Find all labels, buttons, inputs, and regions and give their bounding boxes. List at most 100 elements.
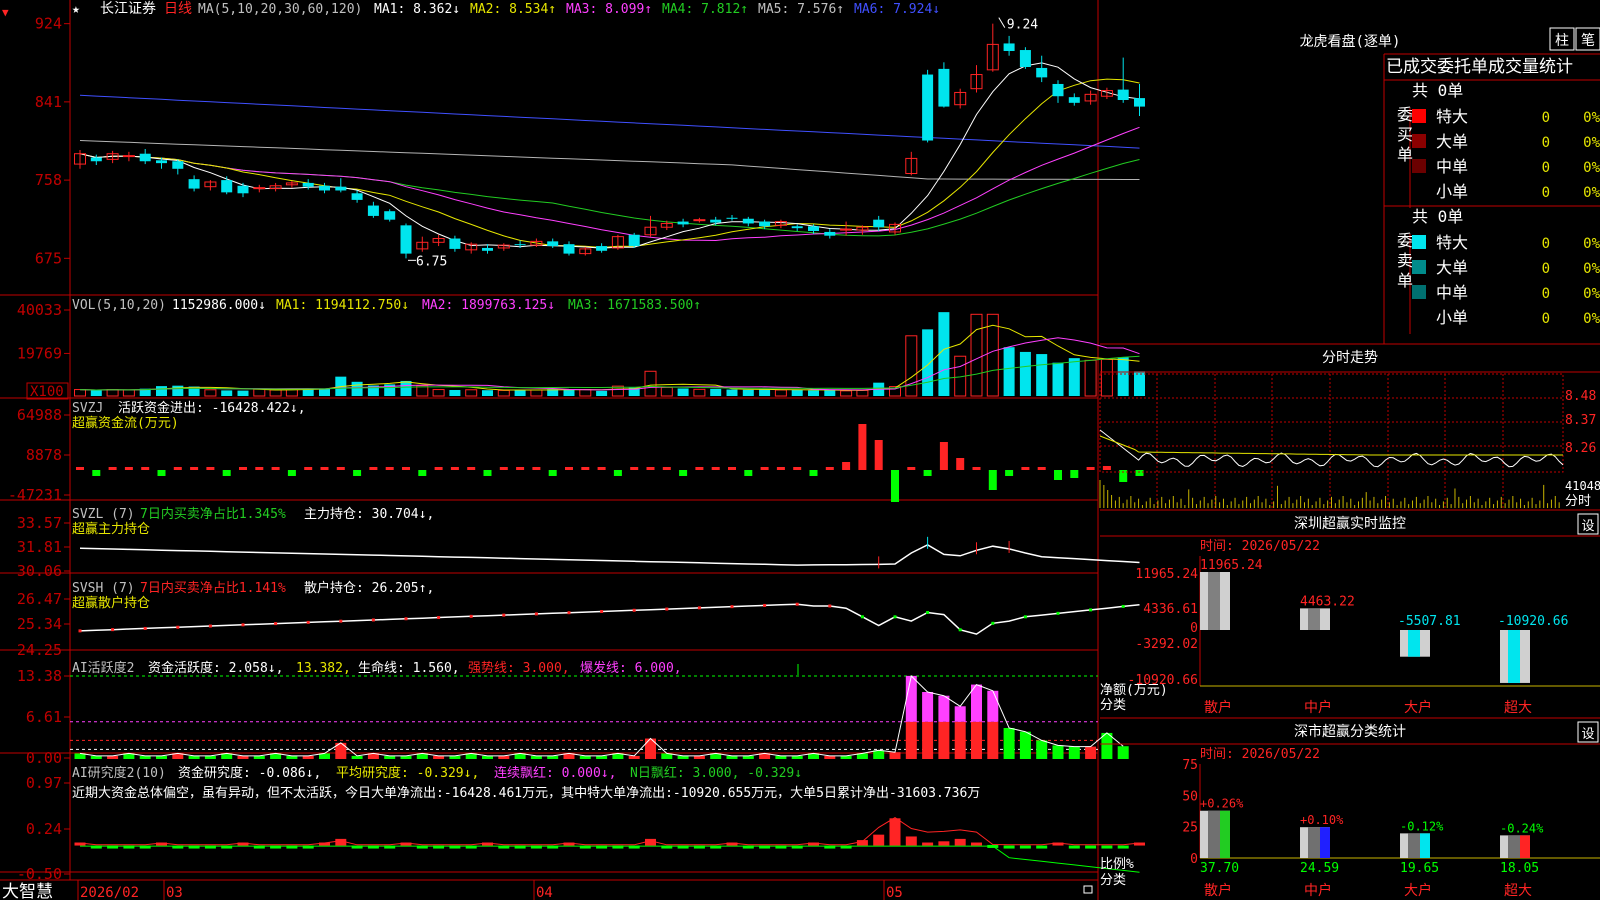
classify-value: 18.05 [1500,861,1539,876]
high-label: 9.24 [1007,18,1038,33]
candle-body-down [302,182,314,187]
svsh-dot [632,608,636,612]
ai2-tick-label: -0.50 [17,865,62,883]
classify-change: -0.24% [1500,821,1544,835]
flow-bar-out [809,470,818,476]
research-bar [905,836,917,846]
flow-bar-in [597,467,606,470]
research-bar [954,838,966,846]
volume-bar-down [922,329,934,396]
svsh-dot [437,616,441,620]
order-pct: 0% [1583,135,1600,151]
candle-body-down [563,244,575,254]
svzl-legend: 主力持仓: 30.704↓, [304,507,434,522]
classify-value: 19.65 [1400,861,1439,876]
candle-body-down [726,217,738,219]
volume-bar-up [579,389,592,397]
research-bar [1019,845,1031,849]
monitor-category: 大户 [1404,699,1432,716]
svsh-dot [828,604,832,608]
order-value: 0 [1542,286,1550,302]
svsh-dot [371,618,375,622]
order-label: 小单 [1436,308,1468,327]
volume-bar-down [677,388,689,396]
activity-bar [1085,746,1097,759]
ai1-legend: 资金活跃度: 2.058↓, [148,660,283,676]
order-label: 中单 [1436,157,1468,176]
monitor-bar-value: 4463.22 [1300,594,1355,609]
volume-bar-up [74,389,86,397]
svsh-dot [306,620,310,624]
candle-body-down [139,153,151,162]
svsh-title: 超赢散户持仓 [72,595,150,611]
volume-bar-up [905,335,918,397]
activity-bar [1019,731,1031,759]
svsh-dot [1023,615,1027,619]
flow-bar-in [336,467,345,470]
order-count: 共 0单 [1412,81,1463,100]
svsh-legend: 7日内买卖净占比1.141% [140,580,286,596]
candle-body-up [693,219,706,222]
volume-bar-down [1036,354,1048,396]
ai1-legend: AI活跃度2 [72,660,134,676]
ai-research-panel[interactable]: 0.97 0.24 -0.50 AI研究度2(10) 资金研究度: -0.086↓, 平均… [17,765,1145,883]
activity-bar [1101,732,1113,759]
ma-legend: MA6: 7.924↓ [854,2,940,17]
order-label: 大单 [1436,258,1468,277]
volume-bar-down [596,390,608,396]
monitor-time: 时间: 2026/05/22 [1200,539,1320,554]
volume-bar-down [90,390,102,396]
svsh-dot [860,615,864,619]
svzj-panel[interactable]: 64988 8878 -47231 SVZJ 活跃资金进出: -16428.422↓,超… [8,400,1144,504]
research-bar [1003,845,1015,849]
activity-bar-strong [971,721,982,759]
lhb-title: 龙虎看盘(逐单) [1300,33,1401,50]
candle-body-down [156,160,167,164]
side-title-char: 买 [1397,125,1413,144]
flow-bar-in [581,467,590,470]
monitor-bar-value: 11965.24 [1200,558,1263,573]
ai1-legend: 爆发线: 6.000, [580,660,682,676]
order-value: 0 [1542,110,1550,126]
classify-change: -0.12% [1400,819,1444,833]
svsh-dot [404,617,408,621]
activity-bar [1068,746,1080,759]
classify-bar-accent [1320,827,1330,858]
svsh-dot [274,622,278,626]
order-value: 0 [1542,135,1550,151]
candle-body-down [791,226,803,229]
activity-bar [1117,746,1129,759]
flow-bar-in [239,467,247,470]
flow-bar-in [646,467,655,470]
svsh-dot [665,607,669,611]
flow-bar-in [1086,467,1095,470]
candle-body-down [384,211,396,220]
volume-bar-down [791,389,803,396]
monitor-ylabel: 分类 [1100,698,1126,713]
svzl-title: 超赢主力持仓 [72,521,150,537]
svzj-tick-label: -47231 [8,486,62,504]
svsh-panel[interactable]: 26.47 25.34 24.25 SVSH (7) 7日内买卖净占比1.141% 散户持… [17,580,1140,659]
lock-icon [1083,885,1093,894]
intraday-tick-label: 8.37 [1565,413,1596,428]
activity-bar-burst [905,675,917,722]
volume-bar-down [808,390,819,396]
ai-activity-panel[interactable]: 13.38 6.61 0.00 AI活跃度2 资金活跃度: 2.058↓, 13.382,… [17,660,1129,767]
flow-bar-in [711,467,720,470]
volume-panel[interactable]: 40033 19769 X100 VOL(5,10,20) 1152986.000↓ MA… [17,298,1145,400]
ai1-tick-label: 6.61 [26,708,62,726]
flow-bar-in [385,467,394,470]
classify-bar-core [1308,827,1320,858]
classify-bar-core [1408,833,1420,858]
research-red-line [79,817,1140,846]
order-value: 0 [1542,311,1550,327]
monitor-bar-core [1208,572,1220,630]
intraday-tick-label: 8.26 [1565,441,1596,456]
flow-bar-in [124,467,133,470]
order-count: 共 0单 [1412,207,1463,226]
vol-ma-line [79,324,1140,391]
svzl-panel[interactable]: 33.57 31.81 30.06 SVZL (7) 7日内买卖净占比1.345% 主力持… [17,506,1140,580]
price-panel[interactable]: 924 841 758 675 ★ ▼ 长江证券 日线 MA(5,10,20,30,60,120… [2,1,1145,269]
flow-bar-in [695,467,704,470]
flow-bar-out [483,470,492,476]
